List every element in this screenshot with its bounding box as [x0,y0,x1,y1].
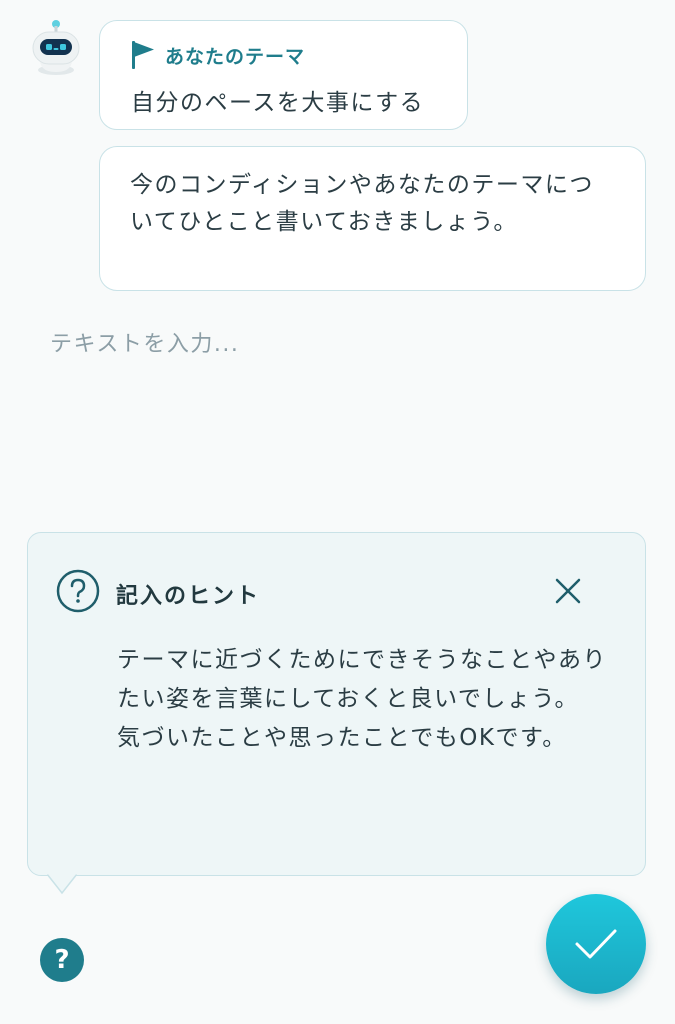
close-icon[interactable] [548,571,588,611]
theme-label: あなたのテーマ [165,45,306,68]
prompt-message: 今のコンディションやあなたのテーマについてひとこと書いておきましょう。 [99,146,646,291]
confirm-button[interactable] [546,894,646,994]
theme-text: 自分のペースを大事にする [131,90,425,116]
hint-body-line: 気づいたことや思ったことでもOKです。 [117,725,567,751]
hint-panel: 記入のヒント テーマに近づくためにできそうなことやありたい姿を言葉にしておくと良… [27,532,646,876]
hint-body: テーマに近づくためにできそうなことやありたい姿を言葉にしておくと良いでしょう。 … [117,641,627,758]
check-icon [575,929,617,959]
theme-header: あなたのテーマ [130,40,305,70]
comment-input[interactable] [50,326,640,496]
hint-body-line: テーマに近づくためにできそうなことやありたい姿を言葉にしておくと良いでしょう。 [117,647,607,712]
prompt-text: 今のコンディションやあなたのテーマについてひとこと書いておきましょう。 [130,172,594,235]
help-button[interactable]: ? [40,938,84,982]
hint-title: 記入のヒント [116,584,261,609]
hint-pointer [47,873,77,895]
flag-icon [132,41,154,69]
robot-avatar-icon [32,20,80,75]
help-icon: ? [54,945,70,975]
theme-card: あなたのテーマ 自分のペースを大事にする [99,20,468,130]
question-circle-icon [56,569,100,613]
